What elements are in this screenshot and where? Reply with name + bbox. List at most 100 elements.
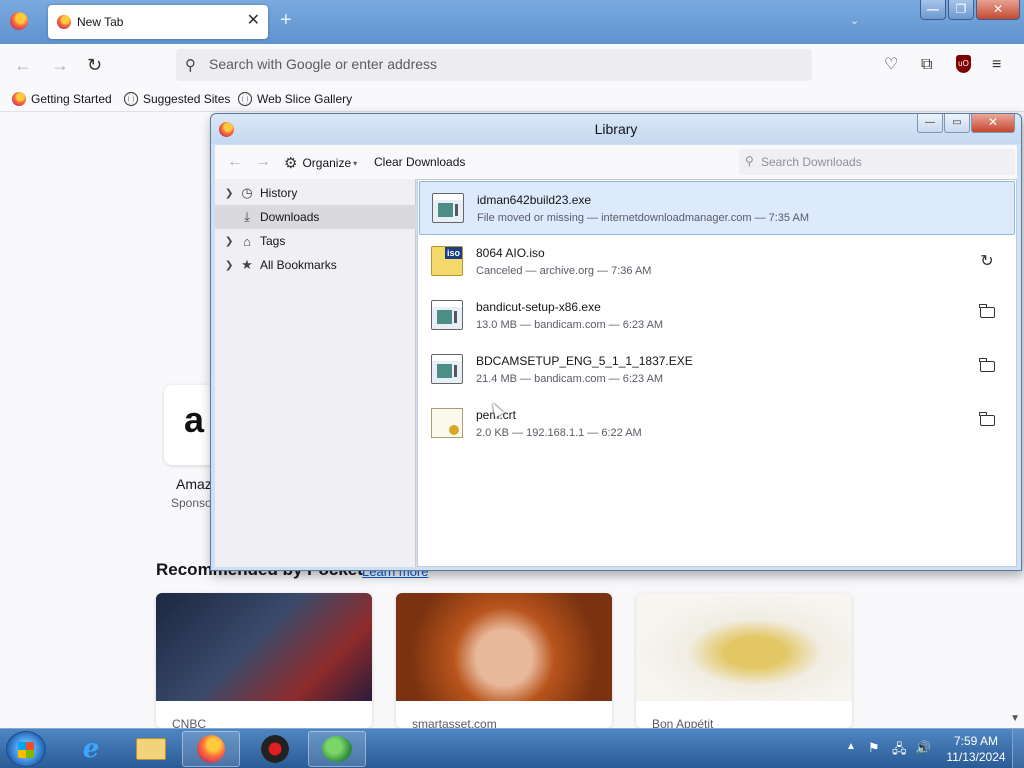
sidebar-item-label: All Bookmarks (260, 258, 337, 272)
url-input[interactable] (209, 56, 789, 72)
card-image (396, 593, 612, 701)
card-image (156, 593, 372, 701)
download-status: File moved or missing — internetdownload… (477, 212, 809, 224)
forward-icon[interactable]: → (51, 55, 69, 75)
chevron-down-icon: ▾ (353, 158, 358, 168)
search-icon: ⚲ (745, 154, 754, 168)
library-maximize-button[interactable]: ▭ (944, 114, 970, 133)
address-bar[interactable]: ⚲ (176, 49, 812, 81)
folder-icon (979, 304, 995, 318)
back-icon[interactable]: ← (227, 153, 243, 171)
action-center-flag-icon[interactable]: ⚑ (868, 740, 880, 756)
windows-taskbar: e ▲ ⚑ 🖧 🔊 7:59 AM 11/13/2024 (0, 728, 1024, 768)
sidebar-item-downloads[interactable]: ⤓ Downloads (215, 205, 416, 229)
show-in-folder-button[interactable] (977, 412, 997, 431)
maximize-button[interactable]: ❐ (948, 0, 974, 20)
clock-time: 7:59 AM (953, 734, 999, 748)
taskbar-bandicam[interactable] (246, 731, 304, 767)
show-in-folder-button[interactable] (977, 304, 997, 323)
list-all-tabs-icon[interactable]: ⌄ (850, 14, 859, 27)
close-window-button[interactable]: ✕ (976, 0, 1020, 20)
new-tab-button[interactable]: + (280, 10, 292, 30)
bookmark-label: Getting Started (31, 92, 112, 106)
download-filename: 8064 AIO.iso (476, 246, 545, 260)
bookmark-label: Web Slice Gallery (257, 92, 353, 106)
bookmark-getting-started[interactable]: Getting Started (12, 92, 112, 106)
tag-icon: ⌂ (243, 233, 251, 249)
bookmark-web-slice-gallery[interactable]: Web Slice Gallery (238, 92, 352, 106)
ublock-origin-icon[interactable]: uO (956, 55, 971, 73)
internet-explorer-icon: e (82, 734, 100, 764)
volume-icon[interactable]: 🔊 (915, 740, 931, 756)
pocket-card[interactable]: smartasset.com (396, 593, 612, 728)
library-title: Library (594, 121, 638, 137)
close-tab-icon[interactable]: ✕ (247, 12, 260, 30)
download-item[interactable]: idman642build23.exe File moved or missin… (419, 181, 1015, 235)
show-hidden-icons-icon[interactable]: ▲ (846, 741, 856, 752)
sidebar-item-all-bookmarks[interactable]: ❯ ★ All Bookmarks (215, 253, 416, 277)
expand-twisty-icon[interactable]: ❯ (225, 260, 235, 271)
scroll-down-arrow[interactable]: ▼ (1010, 713, 1020, 724)
download-filename: bandicut-setup-x86.exe (476, 300, 601, 314)
taskbar-file-explorer[interactable] (122, 731, 180, 767)
reload-icon[interactable]: ↻ (87, 55, 102, 75)
retry-icon[interactable]: ↻ (977, 251, 997, 271)
download-item[interactable]: pem.crt 2.0 KB — 192.168.1.1 — 6:22 AM (419, 397, 1015, 451)
library-titlebar[interactable]: Library — ▭ ✕ (211, 114, 1021, 144)
show-desktop-button[interactable] (1012, 729, 1024, 768)
shortcut-sponsored-label: Sponso (171, 496, 212, 510)
menu-icon[interactable]: ≡ (992, 56, 1001, 74)
search-downloads-input[interactable] (761, 155, 1001, 169)
library-window: Library — ▭ ✕ ← → ⚙ Organize ▾ Clear Dow… (210, 113, 1022, 571)
library-close-button[interactable]: ✕ (971, 114, 1015, 133)
clear-downloads-button[interactable]: Clear Downloads (374, 155, 465, 169)
sidebar-item-history[interactable]: ❯ ◷ History (215, 181, 416, 205)
organize-button[interactable]: ⚙ Organize ▾ (284, 154, 357, 172)
bookmark-label: Suggested Sites (143, 92, 231, 106)
certificate-file-icon (431, 408, 463, 438)
clock-date: 11/13/2024 (946, 750, 1006, 764)
folder-icon (979, 358, 995, 372)
download-item[interactable]: bandicut-setup-x86.exe 13.0 MB — bandica… (419, 289, 1015, 343)
download-filename: BDCAMSETUP_ENG_5_1_1_1837.EXE (476, 354, 693, 368)
download-status: 21.4 MB — bandicam.com — 6:23 AM (476, 373, 664, 385)
taskbar-firefox[interactable] (182, 731, 240, 767)
bookmark-suggested-sites[interactable]: Suggested Sites (124, 92, 230, 106)
download-status: 13.0 MB — bandicam.com — 6:23 AM (476, 319, 664, 331)
pocket-card[interactable]: Bon Appétit (636, 593, 852, 728)
show-in-folder-button[interactable] (977, 358, 997, 377)
search-icon: ⚲ (185, 57, 196, 74)
start-button[interactable] (6, 731, 46, 767)
network-icon[interactable]: 🖧 (892, 740, 907, 762)
download-icon: ⤓ (244, 209, 250, 224)
back-icon[interactable]: ← (14, 55, 32, 75)
pocket-icon[interactable]: ♡ (884, 56, 898, 74)
firefox-icon (57, 15, 71, 29)
tab-bar: New Tab ✕ + ⌄ — ❐ ✕ (0, 0, 1024, 44)
expand-twisty-icon[interactable]: ❯ (225, 236, 235, 247)
extensions-icon[interactable]: ⧉ (921, 56, 932, 74)
tab-new-tab[interactable]: New Tab ✕ (48, 5, 268, 39)
gear-icon: ⚙ (284, 155, 298, 172)
sidebar-item-tags[interactable]: ❯ ⌂ Tags (215, 229, 416, 253)
window-controls: — ❐ ✕ (918, 0, 1020, 20)
expand-twisty-icon[interactable]: ❯ (225, 188, 235, 199)
tab-title: New Tab (77, 15, 124, 29)
minimize-button[interactable]: — (920, 0, 946, 20)
system-clock[interactable]: 7:59 AM 11/13/2024 (946, 733, 1006, 765)
taskbar-idm[interactable] (308, 731, 366, 767)
clock-icon: ◷ (241, 185, 253, 200)
globe-icon (124, 92, 138, 106)
library-minimize-button[interactable]: — (917, 114, 943, 133)
exe-file-icon (431, 354, 463, 384)
pocket-card[interactable]: CNBC (156, 593, 372, 728)
taskbar-internet-explorer[interactable]: e (62, 731, 120, 767)
card-source: smartasset.com (412, 717, 497, 728)
forward-icon[interactable]: → (255, 153, 271, 171)
download-item[interactable]: BDCAMSETUP_ENG_5_1_1_1837.EXE 21.4 MB — … (419, 343, 1015, 397)
search-downloads-box[interactable]: ⚲ (739, 149, 1015, 175)
download-item[interactable]: iso 8064 AIO.iso Canceled — archive.org … (419, 235, 1015, 289)
bandicam-icon (261, 735, 289, 763)
firefox-menu-icon[interactable] (10, 12, 28, 30)
windows-logo-icon (18, 742, 34, 758)
